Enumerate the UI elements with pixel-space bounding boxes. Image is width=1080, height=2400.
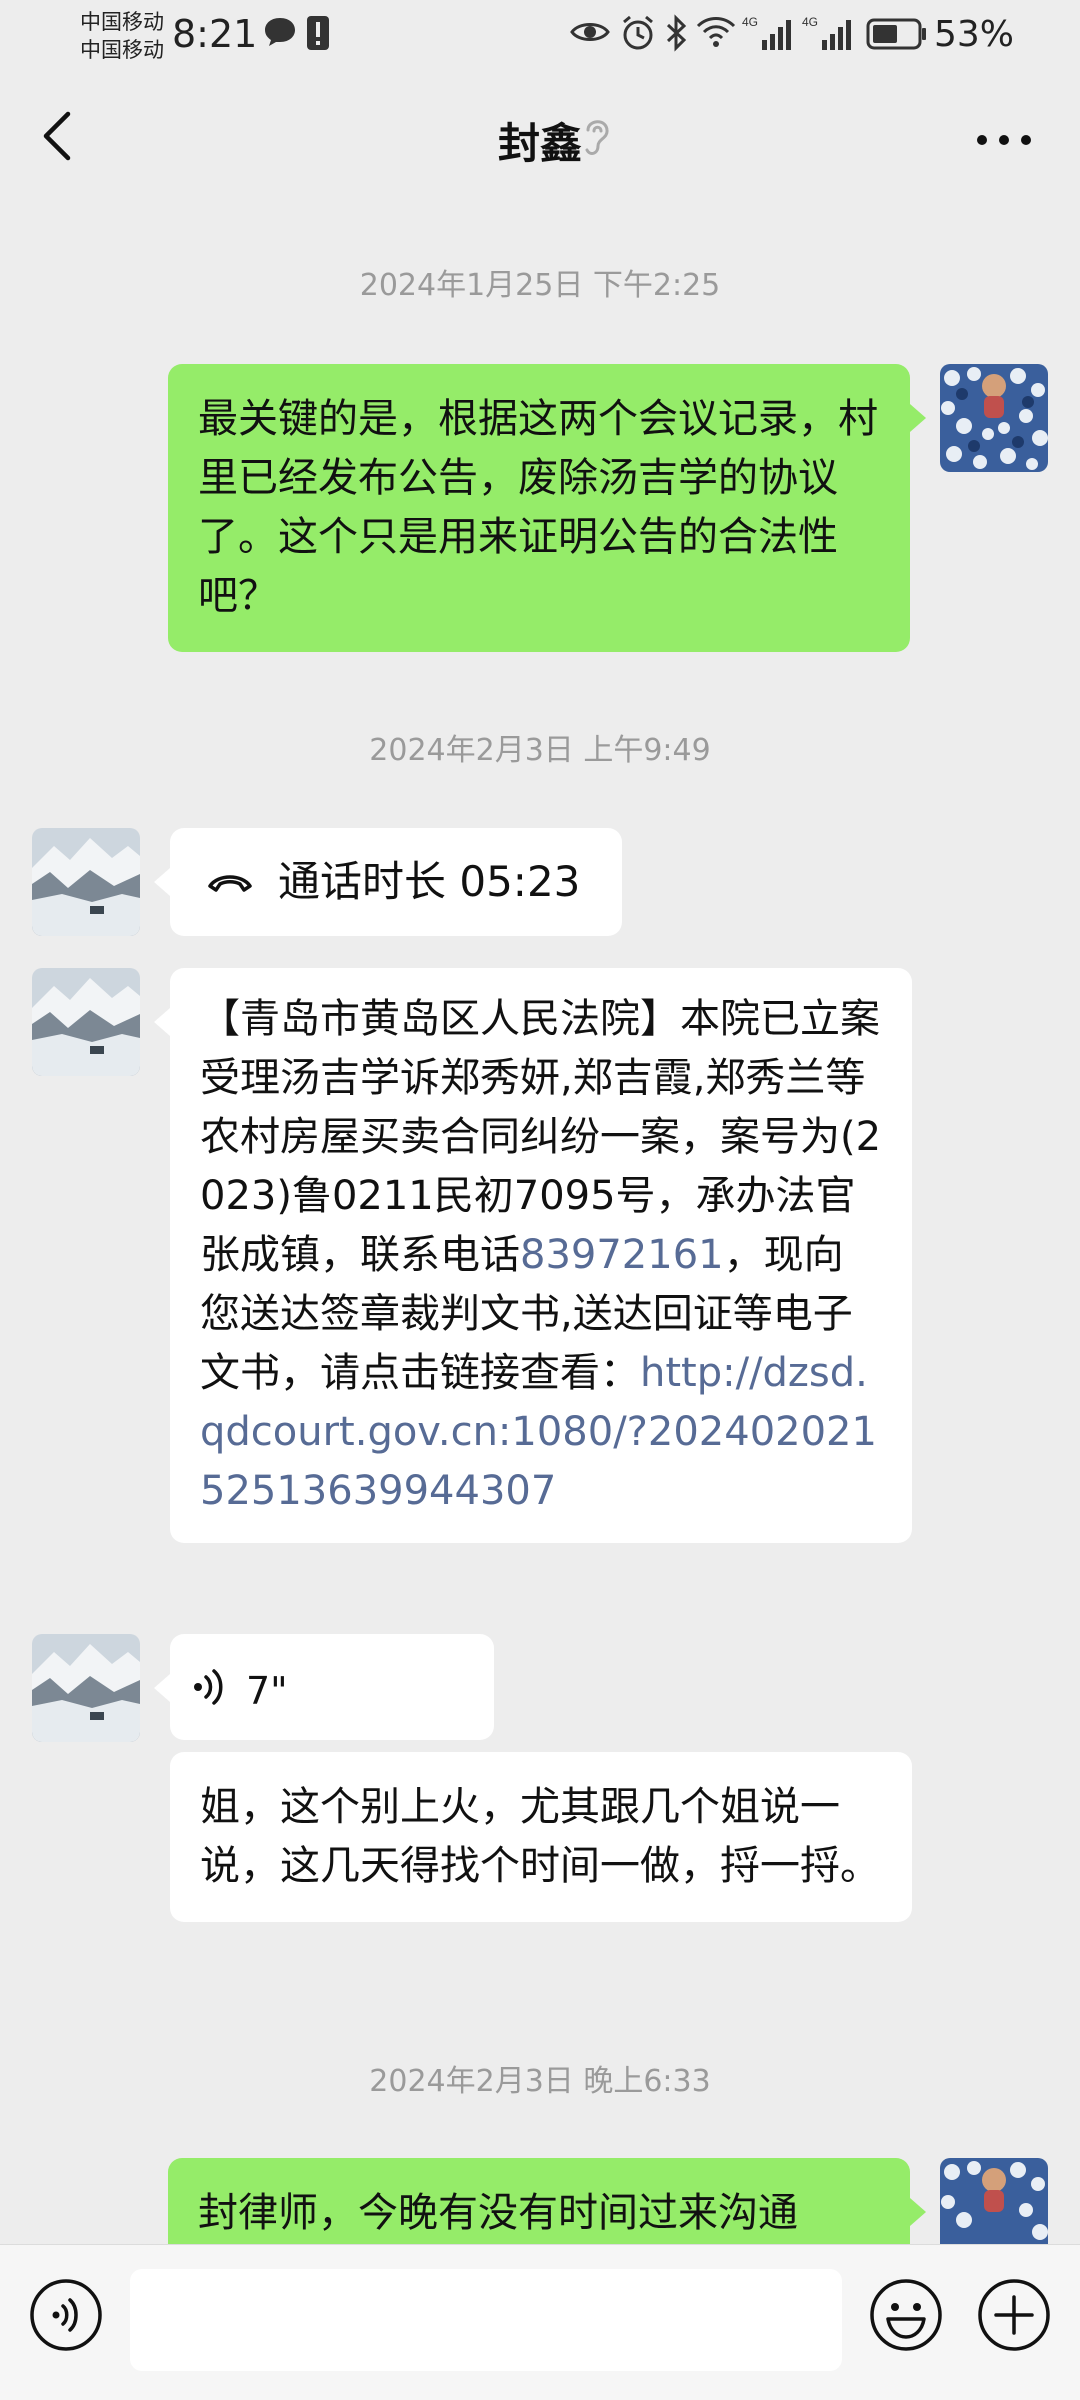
message-text: 封律师，今晚有没有时间过来沟通	[198, 2190, 798, 2236]
voice-input-icon[interactable]	[28, 2277, 104, 2353]
battery-percent: 53%	[934, 14, 1015, 55]
carrier-labels: 中国移动 中国移动	[80, 8, 164, 64]
my-avatar[interactable]	[940, 364, 1048, 472]
message-timestamp: 2024年2月3日 上午9:49	[369, 733, 711, 768]
more-dots-icon[interactable]	[974, 132, 1034, 148]
status-time: 8:21	[172, 12, 258, 56]
earpiece-mode-icon	[585, 120, 609, 155]
message-text: 最关键的是，根据这两个会议记录，村里已经发布公告，废除汤吉学的协议了。这个只是用…	[198, 396, 878, 619]
bubble-tail	[154, 868, 170, 896]
chat-header: 封鑫	[0, 80, 1080, 192]
status-bar: 中国移动 中国移动 8:21 4G 4G 53%	[0, 0, 1080, 80]
carrier-1: 中国移动	[80, 10, 164, 34]
signal-4g-icon: 4G	[742, 15, 791, 50]
bubble-tail	[154, 1674, 170, 1702]
svg-text:4G: 4G	[802, 15, 818, 29]
phone-hangup-icon	[208, 875, 252, 892]
eye-icon	[570, 23, 610, 41]
outgoing-message-bubble[interactable]: 最关键的是，根据这两个会议记录，村里已经发布公告，废除汤吉学的协议了。这个只是用…	[168, 364, 910, 652]
contact-avatar[interactable]	[32, 828, 140, 936]
avatar-image-icon	[32, 1634, 140, 1742]
contact-avatar[interactable]	[32, 1634, 140, 1742]
incoming-message-bubble[interactable]: 【青岛市黄岛区人民法院】本院已立案受理汤吉学诉郑秀妍,郑吉霞,郑秀兰等农村房屋买…	[170, 968, 912, 1543]
message-input[interactable]	[130, 2269, 842, 2371]
voice-duration: 7"	[246, 1669, 288, 1713]
chat-notification-icon	[265, 18, 295, 46]
bubble-tail	[910, 2198, 926, 2226]
alert-icon	[307, 16, 329, 50]
message-timestamp: 2024年1月25日 下午2:25	[359, 268, 721, 303]
call-duration-text: 通话时长 05:23	[278, 857, 581, 906]
carrier-2: 中国移动	[80, 38, 164, 62]
svg-text:4G: 4G	[742, 15, 758, 29]
avatar-image-icon	[940, 364, 1048, 472]
incoming-message-bubble[interactable]: 姐，这个别上火，尤其跟几个姐说一说，这几天得找个时间一做，捋一捋。	[170, 1752, 912, 1922]
bubble-tail	[154, 1008, 170, 1036]
battery-icon	[866, 18, 926, 50]
bluetooth-icon	[666, 14, 687, 52]
phone-number-link[interactable]: 83972161	[520, 1232, 724, 1278]
message-timestamp: 2024年2月3日 晚上6:33	[369, 2064, 711, 2099]
bubble-tail	[910, 404, 926, 432]
emoji-icon[interactable]	[868, 2277, 944, 2353]
message-text: 姐，这个别上火，尤其跟几个姐说一说，这几天得找个时间一做，捋一捋。	[200, 1784, 880, 1889]
alarm-icon	[623, 15, 653, 50]
chat-input-bar	[0, 2244, 1080, 2400]
voice-message-bubble[interactable]: 7"	[170, 1634, 494, 1740]
call-record-bubble[interactable]: 通话时长 05:23	[170, 828, 622, 936]
avatar-image-icon	[32, 968, 140, 1076]
plus-icon[interactable]	[976, 2277, 1052, 2353]
contact-avatar[interactable]	[32, 968, 140, 1076]
avatar-image-icon	[32, 828, 140, 936]
chat-title: 封鑫	[497, 119, 582, 168]
wifi-icon	[696, 17, 736, 47]
signal-4g-icon: 4G	[802, 15, 851, 50]
voice-wave-icon	[194, 1669, 223, 1705]
